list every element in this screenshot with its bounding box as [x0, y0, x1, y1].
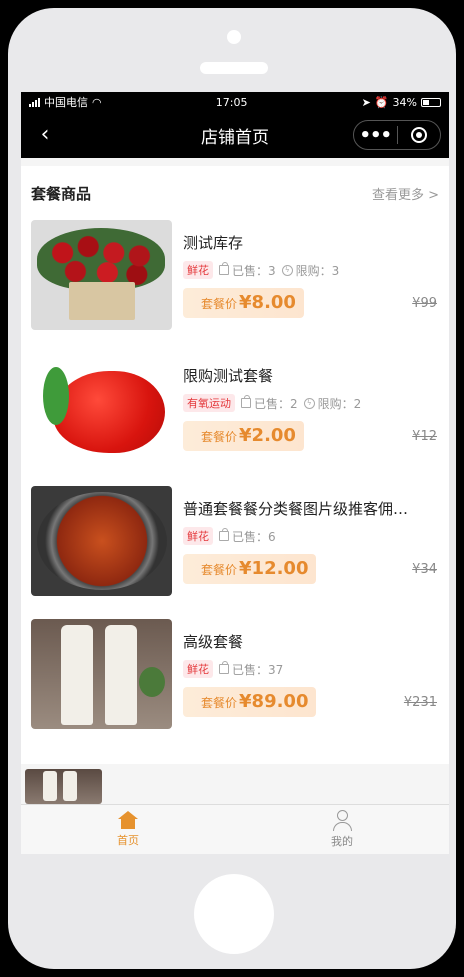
section-title: 套餐商品: [31, 184, 92, 203]
original-price: ¥99: [412, 295, 437, 311]
price-label: 套餐价: [201, 430, 238, 444]
more-icon[interactable]: •••: [354, 125, 397, 146]
tab-home[interactable]: 首页: [21, 805, 235, 854]
status-time: 17:05: [215, 95, 248, 109]
view-more-link[interactable]: 查看更多 >: [372, 184, 439, 203]
tab-mine-label: 我的: [331, 835, 353, 848]
limit-count: 限购：2: [317, 396, 362, 411]
product-item[interactable]: 普通套餐餐分类餐图片级推客佣… 鲜花 已售：6 套餐价 ¥12.00 ¥34: [31, 486, 439, 619]
product-image-crayfish[interactable]: [31, 486, 172, 596]
product-item[interactable]: 高级套餐 鲜花 已售：37 套餐价 ¥89.00 ¥231: [31, 619, 439, 752]
package-price: ¥12.00: [239, 558, 309, 579]
home-icon: [118, 811, 138, 829]
tab-bar: 首页 我的: [21, 804, 449, 854]
product-image-strawberry[interactable]: [31, 353, 172, 463]
sold-count: 已售：2: [254, 396, 298, 411]
front-camera: [227, 30, 241, 44]
package-price: ¥2.00: [239, 425, 296, 446]
price-badge: 套餐价 ¥2.00: [183, 421, 304, 451]
category-tag: 有氧运动: [183, 394, 235, 412]
miniprogram-capsule: •••: [353, 120, 441, 150]
sold-count: 已售：3: [232, 263, 276, 278]
screen: 中国电信 ◠ 17:05 ➤ ⏰ 34% ‹ 店铺首页 ••• 套餐商品 查看更…: [21, 92, 449, 854]
carrier-name: 中国电信: [44, 96, 88, 109]
close-miniprogram-icon[interactable]: [398, 127, 441, 143]
alarm-icon: ⏰: [374, 95, 389, 109]
next-section-image[interactable]: [25, 769, 102, 804]
bag-icon: [219, 262, 229, 275]
page-title: 店铺首页: [201, 127, 269, 148]
product-item[interactable]: 测试库存 鲜花 已售：3 ϟ 限购：3 套餐价 ¥8.00 ¥99: [31, 220, 439, 353]
sold-count: 已售：6: [232, 529, 276, 544]
product-name: 高级套餐: [183, 633, 244, 651]
category-tag: 鲜花: [183, 660, 213, 678]
package-section: 套餐商品 查看更多 > 测试库存 鲜花 已售：3 ϟ 限购：3 套餐价 ¥8.0…: [21, 166, 449, 764]
sold-count: 已售：37: [232, 662, 284, 677]
signal-icon: [29, 97, 40, 107]
tab-home-label: 首页: [117, 834, 139, 847]
price-label: 套餐价: [201, 696, 238, 710]
wifi-icon: ◠: [92, 95, 102, 109]
page-content: 套餐商品 查看更多 > 测试库存 鲜花 已售：3 ϟ 限购：3 套餐价 ¥8.0…: [21, 158, 449, 804]
original-price: ¥34: [412, 561, 437, 577]
price-badge: 套餐价 ¥89.00: [183, 687, 317, 717]
product-item[interactable]: 限购测试套餐 有氧运动 已售：2 ϟ 限购：2 套餐价 ¥2.00 ¥12: [31, 353, 439, 486]
section-header: 套餐商品 查看更多 >: [31, 166, 439, 220]
price-label: 套餐价: [201, 563, 238, 577]
user-icon: [332, 810, 352, 831]
phone-frame: 中国电信 ◠ 17:05 ➤ ⏰ 34% ‹ 店铺首页 ••• 套餐商品 查看更…: [8, 8, 456, 969]
category-tag: 鲜花: [183, 261, 213, 279]
product-image-bottles[interactable]: [31, 619, 172, 729]
location-icon: ➤: [361, 95, 371, 109]
product-name: 限购测试套餐: [183, 367, 274, 385]
product-name: 普通套餐餐分类餐图片级推客佣…: [183, 500, 409, 518]
original-price: ¥231: [403, 694, 437, 710]
price-badge: 套餐价 ¥12.00: [183, 554, 317, 584]
battery-icon: [421, 97, 441, 107]
limit-icon: ϟ: [281, 264, 293, 276]
status-bar: 中国电信 ◠ 17:05 ➤ ⏰ 34%: [21, 92, 449, 112]
bag-icon: [219, 661, 229, 674]
price-badge: 套餐价 ¥8.00: [183, 288, 304, 318]
navigation-bar: ‹ 店铺首页 •••: [21, 112, 449, 158]
home-button[interactable]: [194, 874, 274, 954]
bag-icon: [219, 528, 229, 541]
tab-mine[interactable]: 我的: [235, 805, 449, 854]
limit-icon: ϟ: [303, 397, 315, 409]
limit-count: 限购：3: [295, 263, 340, 278]
battery-percent: 34%: [392, 95, 417, 109]
product-name: 测试库存: [183, 234, 244, 252]
earpiece-speaker: [200, 62, 268, 74]
product-image-roses[interactable]: [31, 220, 172, 330]
package-price: ¥8.00: [239, 292, 296, 313]
price-label: 套餐价: [201, 297, 238, 311]
bag-icon: [241, 395, 251, 408]
back-icon[interactable]: ‹: [33, 122, 57, 148]
original-price: ¥12: [412, 428, 437, 444]
package-price: ¥89.00: [239, 691, 309, 712]
category-tag: 鲜花: [183, 527, 213, 545]
